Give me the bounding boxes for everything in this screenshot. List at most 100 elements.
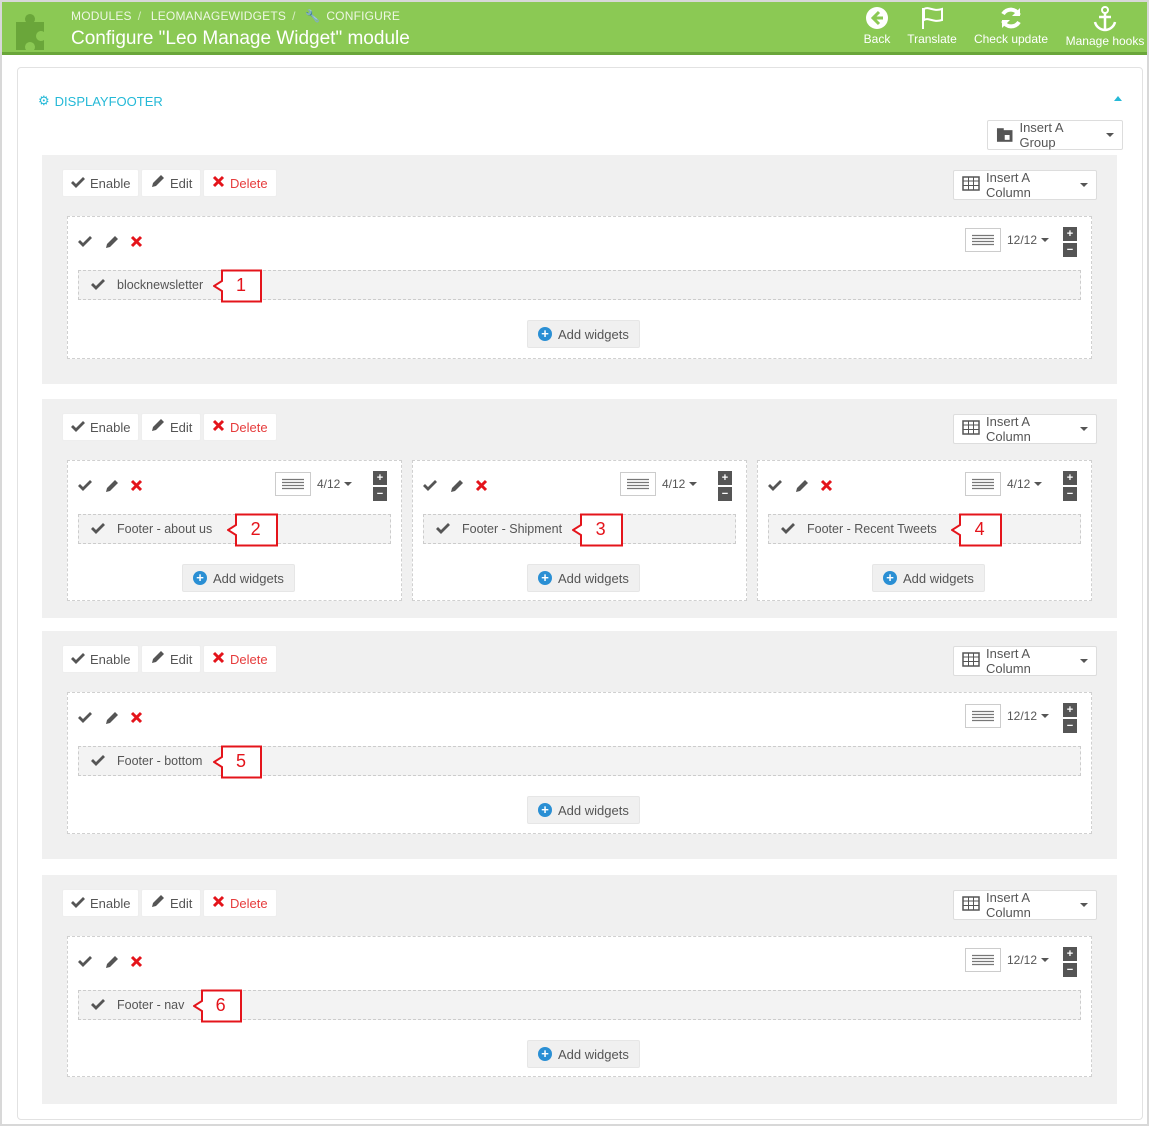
insert-column-button[interactable]: Insert A Column	[953, 414, 1097, 444]
enable-column-check-icon[interactable]	[78, 479, 94, 495]
edit-row-button[interactable]: Edit	[141, 645, 202, 673]
width-stepper: + −	[1063, 227, 1077, 259]
width-decrease-button[interactable]: −	[373, 487, 387, 501]
callout-number: 2	[250, 519, 261, 539]
breadcrumb-leomanagewidgets[interactable]: LEOMANAGEWIDGETS	[151, 9, 286, 23]
enable-row-button[interactable]: Enable	[62, 169, 140, 197]
add-widgets-button[interactable]: + Add widgets	[527, 320, 640, 348]
column-width-icon[interactable]	[620, 472, 656, 496]
delete-row-button[interactable]: Delete	[203, 889, 277, 917]
add-widgets-button[interactable]: + Add widgets	[527, 1040, 640, 1068]
edit-row-button[interactable]: Edit	[141, 413, 202, 441]
column-width-icon[interactable]	[965, 472, 1001, 496]
enable-row-button[interactable]: Enable	[62, 413, 140, 441]
delete-row-button[interactable]: Delete	[203, 645, 277, 673]
breadcrumb-modules[interactable]: MODULES	[71, 9, 132, 23]
column-width-icon[interactable]	[275, 472, 311, 496]
add-widgets-button[interactable]: + Add widgets	[872, 564, 985, 592]
delete-column-close-icon[interactable]	[130, 955, 146, 971]
column-width-select[interactable]: 4/12	[662, 477, 698, 491]
column-width-icon[interactable]	[965, 948, 1001, 972]
column-width-control: 12/12	[965, 228, 1050, 252]
column-width-select[interactable]: 4/12	[1007, 477, 1043, 491]
width-decrease-button[interactable]: −	[718, 487, 732, 501]
width-increase-button[interactable]: +	[1063, 947, 1077, 961]
table-icon	[962, 896, 980, 914]
back-button[interactable]: Back	[860, 6, 894, 52]
delete-column-close-icon[interactable]	[130, 479, 146, 495]
insert-column-button[interactable]: Insert A Column	[953, 890, 1097, 920]
widget-item[interactable]: blocknewsletter 1	[78, 269, 1081, 303]
pencil-icon	[150, 894, 165, 912]
edit-column-pencil-icon[interactable]	[104, 235, 120, 251]
collapse-caret-icon[interactable]	[1114, 96, 1122, 101]
add-widgets-button[interactable]: + Add widgets	[182, 564, 295, 592]
column-width-select[interactable]: 12/12	[1007, 953, 1050, 967]
panel-heading: ⚙ DISPLAYFOOTER	[38, 93, 163, 109]
width-increase-button[interactable]: +	[1063, 471, 1077, 485]
column-width-icon[interactable]	[965, 228, 1001, 252]
module-header: MODULES / LEOMANAGEWIDGETS / 🔧 CONFIGURE Co…	[2, 2, 1147, 55]
caret-down-icon	[1041, 958, 1050, 962]
breadcrumb-configure: CONFIGURE	[326, 9, 401, 23]
check-update-button[interactable]: Check update	[971, 6, 1051, 52]
width-increase-button[interactable]: +	[373, 471, 387, 485]
enable-row-button[interactable]: Enable	[62, 645, 140, 673]
enable-label: Enable	[90, 419, 131, 435]
edit-label: Edit	[170, 175, 193, 191]
close-icon	[212, 651, 225, 667]
insert-column-label: Insert A Column	[986, 646, 1031, 676]
width-decrease-button[interactable]: −	[1063, 719, 1077, 733]
widget-name: Footer - Shipment	[462, 522, 563, 536]
callout-marker: 1	[213, 269, 263, 303]
translate-button[interactable]: Translate	[904, 6, 960, 52]
width-increase-button[interactable]: +	[1063, 227, 1077, 241]
width-decrease-button[interactable]: −	[1063, 963, 1077, 977]
delete-label: Delete	[230, 651, 268, 667]
column-width-select[interactable]: 12/12	[1007, 233, 1050, 247]
insert-column-button[interactable]: Insert A Column	[953, 646, 1097, 676]
edit-column-pencil-icon[interactable]	[104, 711, 120, 727]
column-width-value: 4/12	[662, 477, 686, 491]
delete-row-button[interactable]: Delete	[203, 413, 277, 441]
check-icon	[91, 278, 105, 293]
width-decrease-button[interactable]: −	[1063, 243, 1077, 257]
delete-row-button[interactable]: Delete	[203, 169, 277, 197]
delete-column-close-icon[interactable]	[475, 479, 491, 495]
widget-item[interactable]: Footer - about us 2	[78, 513, 391, 547]
add-widgets-button[interactable]: + Add widgets	[527, 564, 640, 592]
enable-column-check-icon[interactable]	[78, 235, 94, 251]
column-width-select[interactable]: 12/12	[1007, 709, 1050, 723]
column-width-control: 12/12	[965, 704, 1050, 728]
width-increase-button[interactable]: +	[1063, 703, 1077, 717]
column-width-select[interactable]: 4/12	[317, 477, 353, 491]
insert-column-button[interactable]: Insert A Column	[953, 170, 1097, 200]
column-width-icon[interactable]	[965, 704, 1001, 728]
enable-column-check-icon[interactable]	[78, 711, 94, 727]
widget-item[interactable]: Footer - nav 6	[78, 989, 1081, 1023]
manage-hooks-button[interactable]: Manage hooks	[1062, 6, 1148, 52]
row-group: Enable Edit Delete Insert A Column 12/12 + − bl…	[42, 155, 1117, 384]
widget-item[interactable]: Footer - Shipment 3	[423, 513, 736, 547]
edit-column-pencil-icon[interactable]	[104, 955, 120, 971]
enable-column-check-icon[interactable]	[423, 479, 439, 495]
column: 12/12 + − Footer - nav 6 + Add widgets	[67, 936, 1092, 1077]
plus-circle-icon: +	[883, 571, 897, 585]
widget-item[interactable]: Footer - bottom 5	[78, 745, 1081, 779]
edit-row-button[interactable]: Edit	[141, 169, 202, 197]
edit-row-button[interactable]: Edit	[141, 889, 202, 917]
enable-row-button[interactable]: Enable	[62, 889, 140, 917]
delete-column-close-icon[interactable]	[130, 235, 146, 251]
width-decrease-button[interactable]: −	[1063, 487, 1077, 501]
delete-column-close-icon[interactable]	[130, 711, 146, 727]
delete-column-close-icon[interactable]	[820, 479, 836, 495]
insert-group-button[interactable]: Insert A Group	[987, 120, 1123, 150]
add-widgets-button[interactable]: + Add widgets	[527, 796, 640, 824]
widget-item[interactable]: Footer - Recent Tweets 4	[768, 513, 1081, 547]
edit-column-pencil-icon[interactable]	[449, 479, 465, 495]
edit-column-pencil-icon[interactable]	[794, 479, 810, 495]
width-increase-button[interactable]: +	[718, 471, 732, 485]
enable-column-check-icon[interactable]	[78, 955, 94, 971]
edit-column-pencil-icon[interactable]	[104, 479, 120, 495]
enable-column-check-icon[interactable]	[768, 479, 784, 495]
